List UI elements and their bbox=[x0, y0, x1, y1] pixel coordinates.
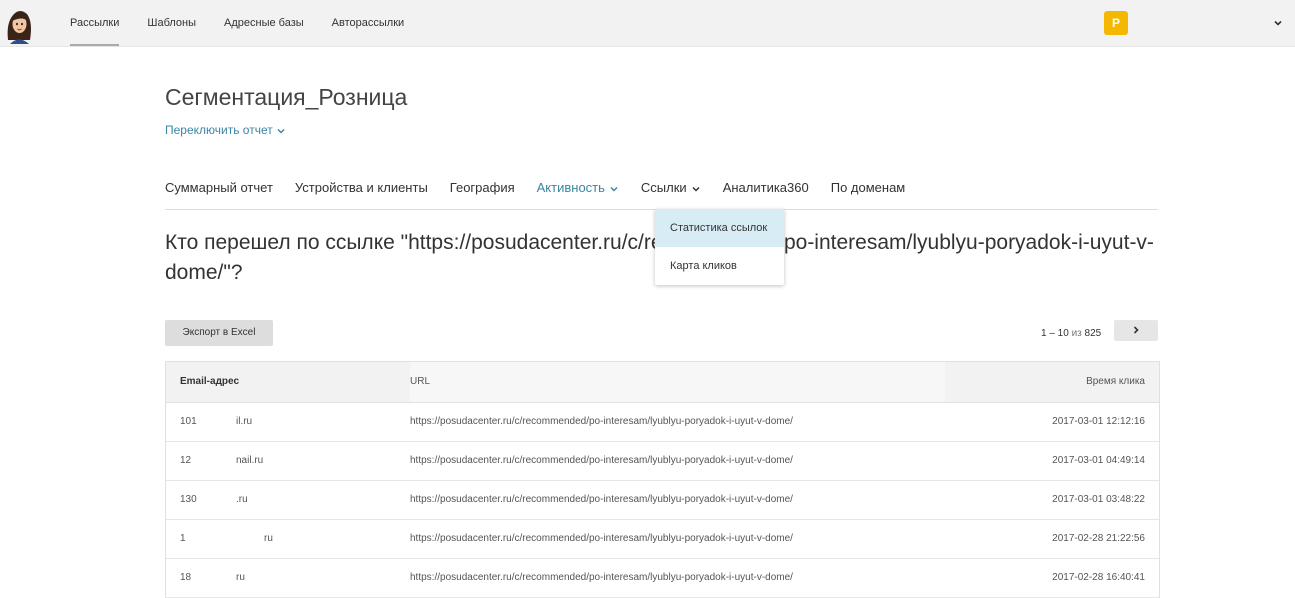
email-suffix: il.ru bbox=[236, 416, 253, 427]
cell-email: 130 .ru bbox=[166, 481, 410, 519]
cell-email: 12 nail.ru bbox=[166, 442, 410, 480]
tab-by-domains[interactable]: По доменам bbox=[831, 170, 906, 209]
next-page-button[interactable] bbox=[1114, 320, 1158, 341]
cell-url: https://posudacenter.ru/c/recommended/po… bbox=[410, 494, 793, 505]
email-suffix: .ru bbox=[236, 494, 248, 505]
cell-email: 18 ru bbox=[166, 559, 410, 597]
cell-email: 1 ru bbox=[166, 520, 410, 558]
clicks-table: Email-адрес URL Время клика 101 il.ru htt… bbox=[165, 361, 1160, 598]
menu-item-link-stats[interactable]: Статистика ссылок bbox=[655, 209, 784, 247]
cell-time: 2017-02-28 16:40:41 bbox=[1052, 572, 1145, 583]
cell-email: 101 il.ru bbox=[166, 403, 410, 441]
nav-item-auto-mailings[interactable]: Авторассылки bbox=[332, 0, 405, 46]
tab-activity-label: Активность bbox=[536, 180, 605, 195]
table-row[interactable]: 130 .ru https://posudacenter.ru/c/recomme… bbox=[166, 481, 1159, 520]
pager-total: 825 bbox=[1084, 328, 1102, 339]
table-row[interactable]: 1 ru https://posudacenter.ru/c/recommende… bbox=[166, 520, 1159, 559]
chevron-down-icon bbox=[610, 186, 618, 192]
column-header-email[interactable]: Email-адрес bbox=[166, 362, 410, 402]
pager-range: 1 – 10 bbox=[1041, 328, 1069, 339]
tab-links[interactable]: Ссылки bbox=[641, 170, 701, 209]
chevron-down-icon bbox=[692, 186, 700, 192]
email-prefix: 101 bbox=[180, 416, 197, 427]
nav-item-templates[interactable]: Шаблоны bbox=[147, 0, 196, 46]
switch-report-link[interactable]: Переключить отчет bbox=[165, 123, 286, 137]
column-header-time[interactable]: Время клика bbox=[945, 362, 1159, 402]
email-suffix: ru bbox=[236, 572, 245, 583]
chevron-down-icon[interactable] bbox=[1272, 17, 1284, 29]
nav-item-address-bases[interactable]: Адресные базы bbox=[224, 0, 304, 46]
user-avatar[interactable]: P bbox=[1104, 11, 1128, 35]
cell-url: https://posudacenter.ru/c/recommended/po… bbox=[410, 416, 793, 427]
email-prefix: 18 bbox=[180, 572, 192, 583]
email-suffix: ru bbox=[264, 533, 273, 544]
tab-activity[interactable]: Активность bbox=[537, 170, 619, 209]
tab-devices[interactable]: Устройства и клиенты bbox=[295, 170, 428, 209]
top-nav: Рассылки Шаблоны Адресные базы Авторассы… bbox=[70, 0, 432, 46]
links-dropdown-menu: Статистика ссылок Карта кликов bbox=[655, 209, 784, 285]
cell-time: 2017-03-01 04:49:14 bbox=[1052, 455, 1145, 466]
chevron-right-icon bbox=[1133, 326, 1139, 334]
nav-item-mailings[interactable]: Рассылки bbox=[70, 0, 120, 46]
tab-links-label: Ссылки bbox=[640, 180, 687, 195]
cell-url: https://posudacenter.ru/c/recommended/po… bbox=[410, 533, 793, 544]
chevron-down-icon bbox=[277, 128, 285, 134]
email-prefix: 130 bbox=[180, 494, 197, 505]
cell-url: https://posudacenter.ru/c/recommended/po… bbox=[410, 455, 793, 466]
pager-of: из bbox=[1071, 328, 1082, 339]
table-row[interactable]: 101 il.ru https://posudacenter.ru/c/recom… bbox=[166, 403, 1159, 442]
tab-summary[interactable]: Суммарный отчет bbox=[165, 170, 273, 209]
email-prefix: 12 bbox=[180, 455, 192, 466]
email-prefix: 1 bbox=[180, 533, 186, 544]
table-header: Email-адрес URL Время клика bbox=[166, 362, 1159, 403]
column-header-url[interactable]: URL bbox=[410, 362, 945, 402]
table-row[interactable]: 12 nail.ru https://posudacenter.ru/c/reco… bbox=[166, 442, 1159, 481]
top-bar: Рассылки Шаблоны Адресные базы Авторассы… bbox=[0, 0, 1295, 47]
logo-icon[interactable] bbox=[0, 4, 40, 44]
page-title: Сегментация_Розница bbox=[165, 84, 408, 110]
email-suffix: nail.ru bbox=[236, 455, 264, 466]
export-excel-button[interactable]: Экспорт в Excel bbox=[165, 320, 273, 346]
pager-info: 1 – 10 из 825 bbox=[1041, 328, 1101, 339]
cell-time: 2017-03-01 12:12:16 bbox=[1052, 416, 1145, 427]
tab-analytics360[interactable]: Аналитика360 bbox=[723, 170, 809, 209]
tab-geography[interactable]: География bbox=[450, 170, 515, 209]
table-row[interactable]: 18 ru https://posudacenter.ru/c/recommend… bbox=[166, 559, 1159, 598]
cell-url: https://posudacenter.ru/c/recommended/po… bbox=[410, 572, 793, 583]
cell-time: 2017-02-28 21:22:56 bbox=[1052, 533, 1145, 544]
report-tabs: Суммарный отчет Устройства и клиенты Гео… bbox=[165, 170, 1158, 210]
cell-time: 2017-03-01 03:48:22 bbox=[1052, 494, 1145, 505]
switch-report-label: Переключить отчет bbox=[165, 123, 273, 137]
menu-item-click-map[interactable]: Карта кликов bbox=[655, 247, 784, 285]
